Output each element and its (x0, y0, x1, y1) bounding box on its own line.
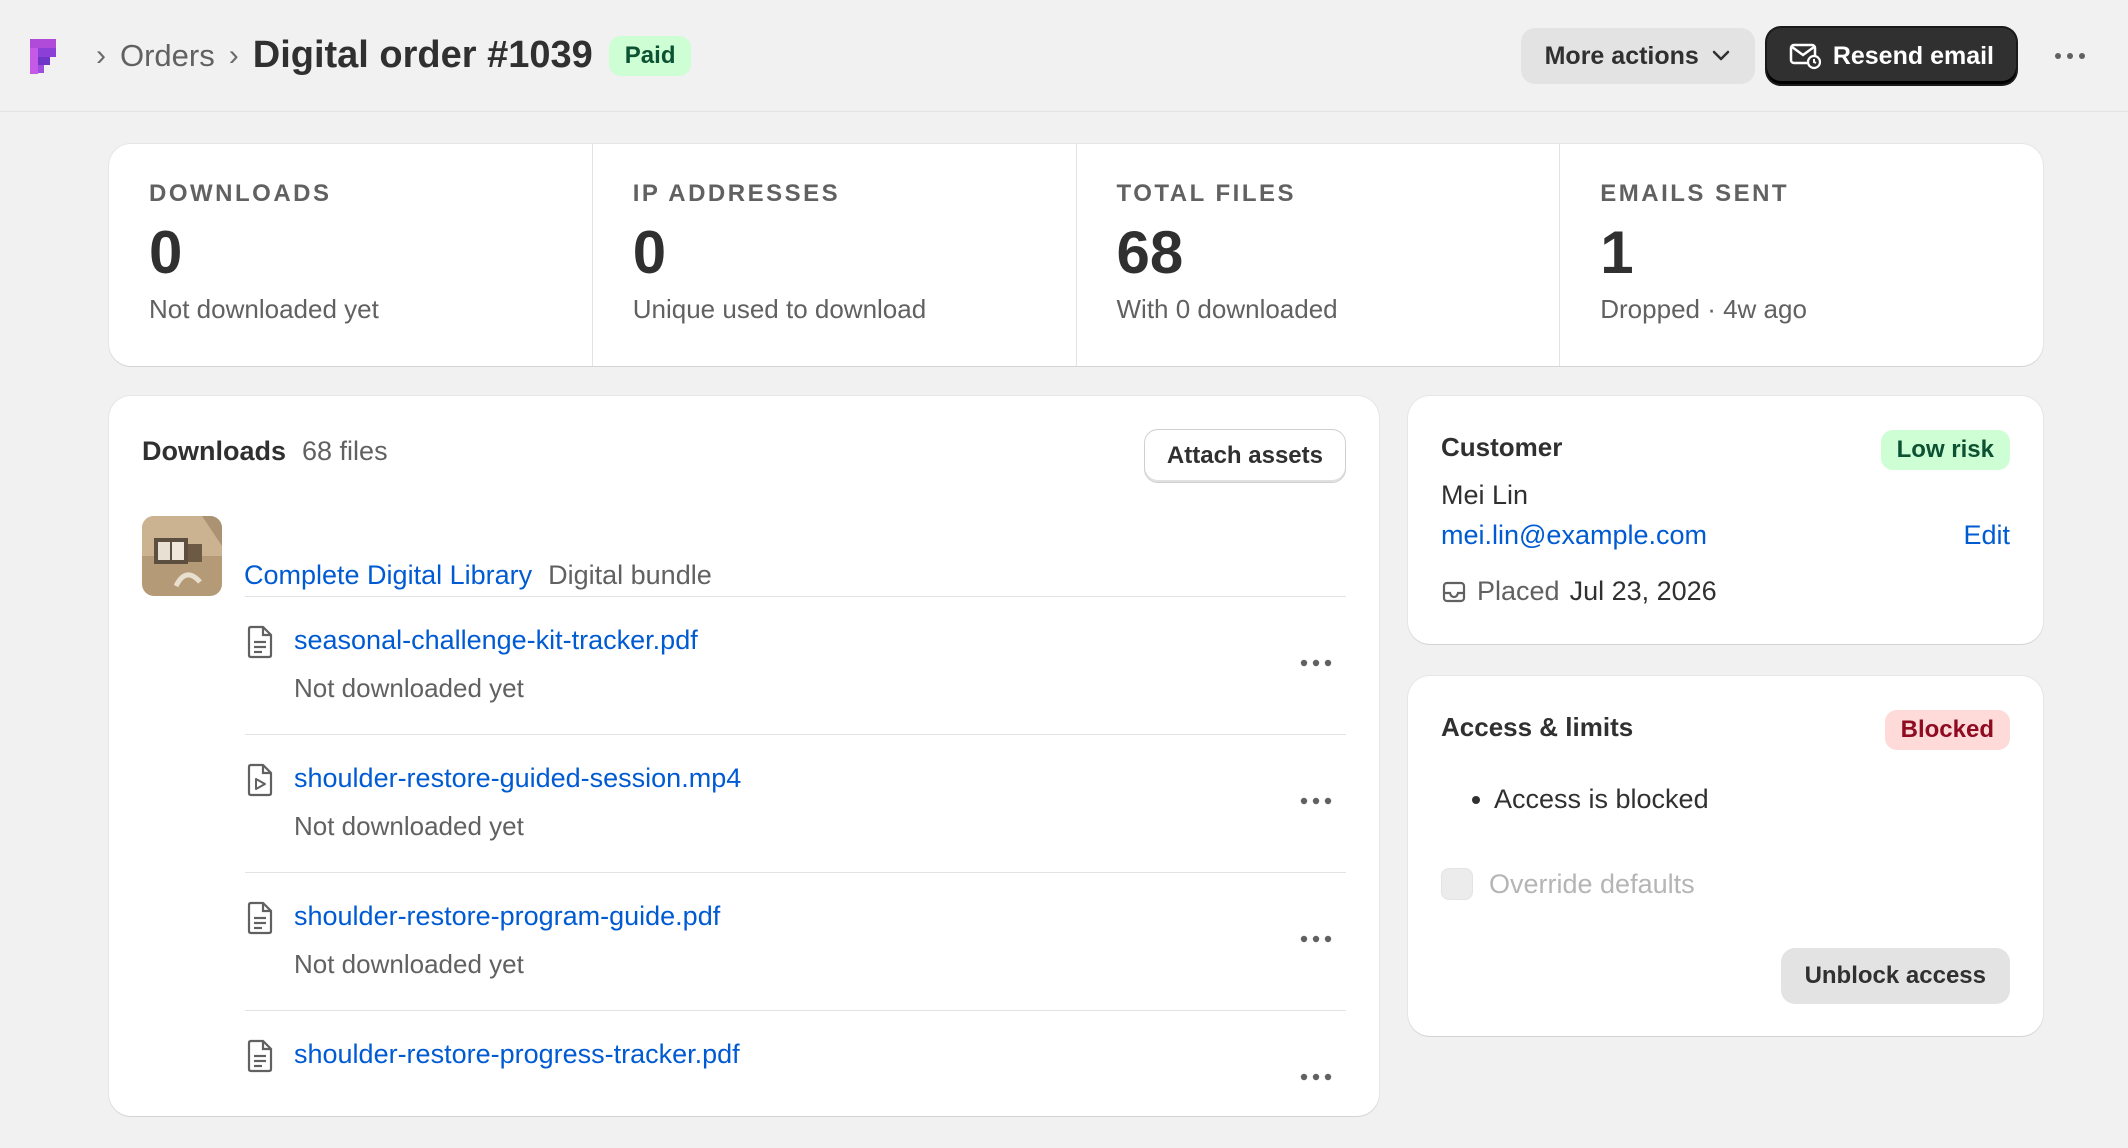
bullet-icon (1472, 795, 1480, 804)
stat-downloads: DOWNLOADS 0 Not downloaded yet (109, 144, 593, 366)
file-list: seasonal-challenge-kit-tracker.pdf Not d… (245, 596, 1346, 1148)
more-actions-label: More actions (1544, 41, 1699, 70)
product-row: Complete Digital Library Digital bundle (142, 516, 712, 596)
stat-value: 68 (1116, 219, 1184, 286)
override-defaults-row: Override defaults (1441, 868, 1695, 900)
summary-stats: DOWNLOADS 0 Not downloaded yet IP ADDRES… (109, 144, 2043, 366)
page-actions: More actions Resend email (1520, 28, 2098, 84)
file-link[interactable]: shoulder-restore-progress-tracker.pdf (294, 1039, 740, 1070)
file-link[interactable]: seasonal-challenge-kit-tracker.pdf (294, 625, 698, 656)
chevron-right-icon: › (96, 38, 106, 72)
customer-title: Customer (1441, 432, 1563, 462)
access-limits-card: Access & limits Blocked Access is blocke… (1408, 676, 2043, 1036)
access-status-badge: Blocked (1884, 710, 2010, 750)
file-status: Not downloaded yet (294, 811, 524, 841)
overflow-menu-button[interactable] (2042, 28, 2098, 84)
document-icon (247, 1039, 273, 1073)
more-horizontal-icon (2055, 53, 2085, 59)
access-bullet-item: Access is blocked (1472, 784, 1709, 815)
edit-customer-link[interactable]: Edit (1963, 520, 2010, 551)
document-icon (247, 625, 273, 659)
video-file-icon (247, 763, 273, 797)
more-horizontal-icon[interactable] (1296, 653, 1336, 673)
stat-label: DOWNLOADS (149, 180, 332, 207)
file-status: Not downloaded yet (294, 949, 524, 979)
stat-ip-addresses: IP ADDRESSES 0 Unique used to download (593, 144, 1077, 366)
access-title: Access & limits (1441, 712, 1634, 742)
stat-label: IP ADDRESSES (632, 180, 841, 207)
product-link[interactable]: Complete Digital Library (244, 560, 532, 591)
product-thumbnail (142, 516, 222, 596)
product-type: Digital bundle (548, 559, 712, 590)
breadcrumb-orders[interactable]: Orders (120, 38, 215, 74)
document-icon (247, 901, 273, 935)
stat-subtext: Unique used to download (632, 294, 927, 324)
access-bullet-text: Access is blocked (1494, 784, 1709, 814)
stat-emails-sent: EMAILS SENT 1 Dropped · 4w ago (1560, 144, 2043, 366)
resend-email-label: Resend email (1832, 41, 1994, 70)
more-actions-button[interactable]: More actions (1520, 28, 1755, 84)
chevron-right-icon: › (228, 38, 239, 72)
override-defaults-checkbox[interactable] (1441, 868, 1473, 900)
payment-status-badge: Paid (608, 35, 692, 76)
customer-email-link[interactable]: mei.lin@example.com (1441, 520, 1707, 551)
placed-date-row: Placed Jul 23, 2026 (1441, 576, 1717, 607)
stat-total-files: TOTAL FILES 68 With 0 downloaded (1077, 144, 1561, 366)
more-horizontal-icon[interactable] (1296, 791, 1336, 811)
email-resend-icon (1789, 43, 1821, 70)
downloads-title: Downloads (142, 436, 287, 466)
attach-assets-button[interactable]: Attach assets (1143, 429, 1346, 483)
list-item: shoulder-restore-progress-tracker.pdf (245, 1010, 1346, 1148)
app-logo-icon[interactable] (30, 37, 64, 75)
stat-subtext: With 0 downloaded (1116, 294, 1338, 324)
resend-email-button[interactable]: Resend email (1766, 28, 2016, 84)
stat-subtext: Not downloaded yet (149, 294, 379, 324)
downloads-count: 68 files (302, 436, 388, 466)
stat-subtext: Dropped · 4w ago (1600, 294, 1807, 324)
list-item: shoulder-restore-guided-session.mp4 Not … (245, 734, 1346, 872)
stat-value: 0 (632, 219, 667, 286)
stat-value: 1 (1600, 219, 1634, 286)
file-link[interactable]: shoulder-restore-guided-session.mp4 (294, 763, 741, 794)
file-link[interactable]: shoulder-restore-program-guide.pdf (294, 901, 720, 932)
unblock-access-button[interactable]: Unblock access (1780, 948, 2010, 1004)
chevron-down-icon (1712, 50, 1730, 61)
list-item: seasonal-challenge-kit-tracker.pdf Not d… (245, 596, 1346, 734)
file-status: Not downloaded yet (294, 673, 524, 703)
list-item: shoulder-restore-program-guide.pdf Not d… (245, 872, 1346, 1010)
downloads-header: Downloads 68 files (142, 436, 388, 467)
placed-date: Jul 23, 2026 (1569, 576, 1717, 606)
inbox-icon (1442, 581, 1466, 602)
risk-badge: Low risk (1880, 430, 2010, 470)
customer-card: Customer Low risk Mei Lin mei.lin@exampl… (1408, 396, 2043, 644)
page-title: Digital order #1039 (252, 34, 593, 76)
placed-label: Placed (1477, 576, 1560, 606)
stat-value: 0 (149, 219, 183, 286)
customer-name: Mei Lin (1441, 480, 1529, 510)
override-defaults-label: Override defaults (1489, 868, 1695, 899)
downloads-card: Downloads 68 files Attach assets Complet… (109, 396, 1379, 1116)
top-bar: › Orders › Digital order #1039 Paid More… (0, 0, 2128, 112)
stat-label: TOTAL FILES (1116, 180, 1297, 207)
more-horizontal-icon[interactable] (1296, 1067, 1336, 1087)
more-horizontal-icon[interactable] (1296, 929, 1336, 949)
stat-label: EMAILS SENT (1600, 180, 1790, 207)
